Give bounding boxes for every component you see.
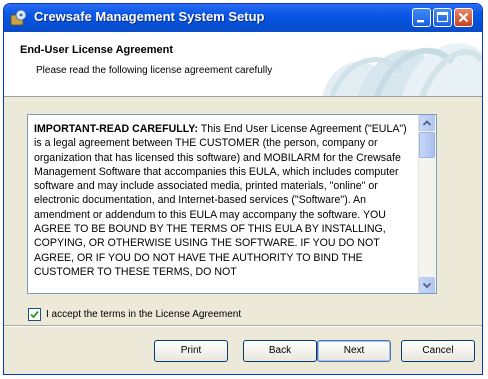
license-heading: IMPORTANT-READ CAREFULLY: xyxy=(34,123,198,135)
license-scrollbar[interactable] xyxy=(418,115,436,293)
back-button[interactable]: Back xyxy=(243,340,317,362)
cancel-button[interactable]: Cancel xyxy=(401,340,475,362)
banner-swoosh-graphic xyxy=(322,43,482,96)
maximize-icon xyxy=(436,11,449,23)
license-textbox[interactable]: IMPORTANT-READ CAREFULLY: This End User … xyxy=(27,114,437,294)
print-button[interactable]: Print xyxy=(154,340,228,362)
maximize-button[interactable] xyxy=(433,8,452,27)
dialog-content: IMPORTANT-READ CAREFULLY: This End User … xyxy=(4,97,482,326)
setup-window: Crewsafe Management System Setup End-Use… xyxy=(3,3,483,375)
scroll-down-arrow-icon xyxy=(422,282,432,289)
button-bar: Print Back Next Cancel xyxy=(4,326,482,374)
header-banner: End-User License Agreement Please read t… xyxy=(4,32,482,97)
setup-disk-icon xyxy=(10,9,27,26)
minimize-icon xyxy=(417,20,424,23)
banner-subtitle: Please read the following license agreem… xyxy=(36,65,273,76)
scroll-up-button[interactable] xyxy=(419,115,435,131)
title-bar[interactable]: Crewsafe Management System Setup xyxy=(4,4,482,32)
scroll-down-button[interactable] xyxy=(419,277,435,293)
scroll-thumb[interactable] xyxy=(419,132,435,158)
minimize-button[interactable] xyxy=(412,8,431,27)
accept-terms-checkbox[interactable] xyxy=(28,308,41,321)
close-button[interactable] xyxy=(454,8,473,27)
license-body: This End User License Agreement ("EULA")… xyxy=(34,123,407,278)
scroll-up-arrow-icon xyxy=(422,120,432,126)
banner-title: End-User License Agreement xyxy=(20,44,174,56)
license-text: IMPORTANT-READ CAREFULLY: This End User … xyxy=(34,122,414,279)
checkmark-icon xyxy=(30,310,39,319)
window-title: Crewsafe Management System Setup xyxy=(34,9,265,24)
next-button[interactable]: Next xyxy=(317,340,391,362)
close-icon xyxy=(458,12,469,23)
accept-terms-label[interactable]: I accept the terms in the License Agreem… xyxy=(46,308,241,321)
